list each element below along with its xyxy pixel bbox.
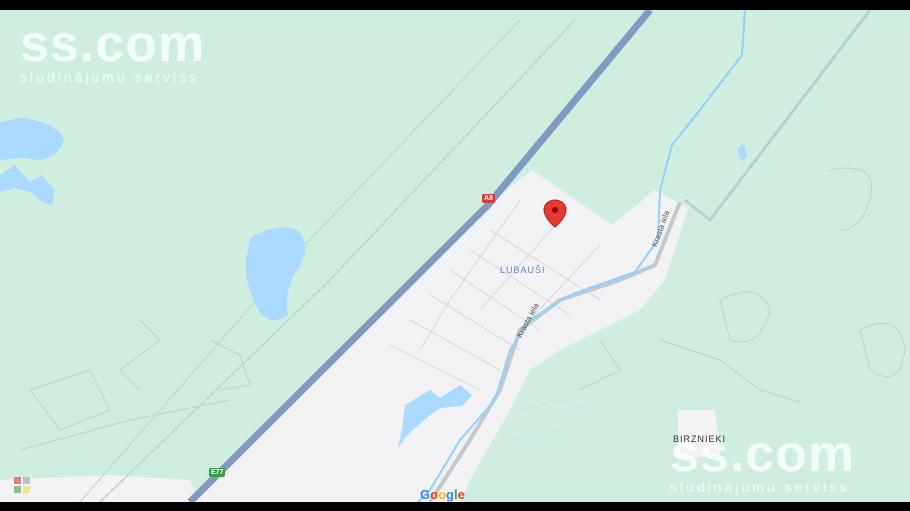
urban-area-birznieki <box>678 410 720 460</box>
corner-logo-icon <box>14 477 30 493</box>
map-canvas[interactable] <box>0 10 910 502</box>
google-logo: Google <box>420 487 465 502</box>
google-logo-letter: g <box>446 487 454 502</box>
map-viewport[interactable]: ss.com sludinājumu serviss ss.com sludin… <box>0 10 910 502</box>
google-logo-letter: e <box>457 487 465 502</box>
road-shield-a8: A8 <box>482 194 495 203</box>
google-logo-letter: o <box>438 487 447 502</box>
google-logo-letter: o <box>430 487 439 502</box>
road-shield-e77: E77 <box>209 468 226 477</box>
google-logo-letter: G <box>420 487 431 502</box>
